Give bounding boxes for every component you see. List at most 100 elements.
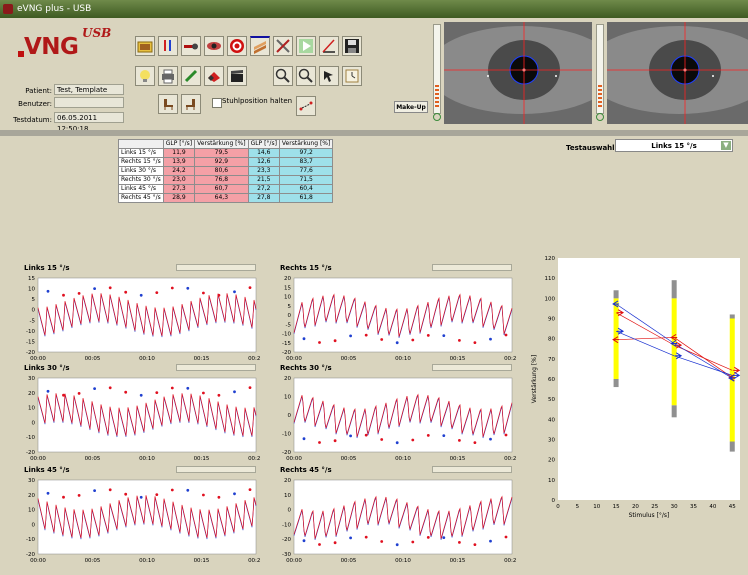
pen-icon	[184, 69, 198, 83]
table-row: Links 30 °/s 24,2 80,6 23,3 77,6	[118, 166, 334, 176]
velocity-dot	[46, 289, 50, 293]
velocity-dot	[155, 391, 159, 394]
chevron-down-icon[interactable]: ▼	[721, 141, 731, 150]
play-icon	[299, 39, 313, 53]
slow-phase-plot: Links 30 °/s 30 20 10 0 -10 -20 00:00 00:05 00:10…	[4, 364, 260, 468]
y-tick-label: 20	[28, 493, 35, 499]
left-camera-toggle[interactable]	[433, 113, 441, 121]
slow-phase-plot: Rechts 15 °/s 20 15 10 5 0 -5 -10 -15 -20 00:00 00:…	[260, 264, 516, 368]
table-header: GLP [°/s]	[162, 139, 196, 149]
stripes-button[interactable]	[250, 36, 270, 56]
y-tick-label: 0	[288, 508, 292, 514]
table-header	[118, 139, 164, 149]
app-icon	[3, 4, 13, 14]
testauswahl-select[interactable]: Links 15 °/s ▼	[615, 139, 733, 152]
plot-scrollbar[interactable]	[432, 264, 512, 271]
makeup-button[interactable]: Make-Up	[394, 101, 428, 113]
table-row: Links 45 °/s 27,3 60,7 27,2 60,4	[118, 184, 334, 194]
zoom-out-button[interactable]	[296, 66, 316, 86]
x-tick-label: 00:00	[30, 456, 46, 462]
testdatum-field[interactable]: 06.05.2011 12:50:18	[54, 112, 124, 133]
gain-y-tick: 50	[548, 397, 555, 403]
x-tick-label: 00:05	[341, 558, 357, 564]
table-row-label: Links 30 °/s	[118, 166, 164, 176]
table-cell: 60,7	[194, 184, 249, 194]
save-button[interactable]	[342, 36, 362, 56]
table-cell: 97,2	[278, 148, 334, 158]
table-cell: 14,6	[247, 148, 280, 158]
folder-button[interactable]	[135, 36, 155, 56]
right-camera-slider[interactable]	[596, 24, 604, 114]
plot-scrollbar[interactable]	[176, 364, 256, 371]
table-row: Rechts 30 °/s 23,0 76,8 21,5 71,5	[118, 175, 334, 185]
velocity-dot	[302, 539, 306, 543]
benutzer-label: Benutzer:	[18, 100, 52, 108]
velocity-dot	[155, 493, 159, 496]
gain-x-tick: 25	[651, 504, 658, 510]
velocity-dot	[170, 386, 174, 390]
velocity-dot	[217, 495, 221, 499]
table-cell: 27,3	[162, 184, 196, 194]
cursor-icon	[324, 71, 333, 82]
left-camera-slider[interactable]	[433, 24, 441, 114]
angle-button[interactable]	[319, 36, 339, 56]
target-button[interactable]	[227, 36, 247, 56]
y-tick-label: -5	[286, 322, 292, 328]
gain-y-tick: 10	[548, 478, 555, 484]
velocity-dot	[217, 293, 221, 297]
plot-svg: 3020100-10-2000:0000:0500:1000:1500:20	[26, 478, 260, 564]
patient-field[interactable]: Test, Template (27)	[54, 84, 124, 105]
printer-button[interactable]	[158, 66, 178, 86]
clapper-button[interactable]	[227, 66, 247, 86]
velocity-dot	[124, 492, 128, 496]
gain-xlabel: Stimulus [°/s]	[629, 512, 670, 519]
plot-svg: 20100-10-20-3000:0000:0500:1000:1500:20	[282, 478, 516, 564]
zoom-in-button[interactable]	[273, 66, 293, 86]
tools-button[interactable]	[273, 36, 293, 56]
time-button[interactable]	[342, 66, 362, 86]
calibrate-button[interactable]	[296, 96, 316, 116]
plot-scrollbar[interactable]	[432, 364, 512, 371]
normal-range-bar	[729, 441, 735, 452]
table-cell: 64,3	[194, 193, 249, 203]
velocity-dot	[186, 488, 190, 492]
y-tick-label: 10	[284, 493, 291, 499]
velocity-dot	[62, 293, 65, 297]
y-tick-label: 0	[288, 313, 292, 319]
x-tick-label: 00:05	[85, 356, 101, 362]
clapper-icon	[231, 70, 243, 82]
chair-left-button[interactable]	[158, 94, 178, 114]
x-tick-label: 00:05	[85, 456, 101, 462]
chair-right-button[interactable]	[181, 94, 201, 114]
window-title: eVNG plus - USB	[17, 4, 92, 14]
stuhlposition-label: Stuhlposition halten	[222, 97, 293, 105]
plot-scrollbar[interactable]	[432, 466, 512, 473]
normal-range-bar	[671, 280, 677, 299]
plot-area	[293, 479, 513, 555]
table-cell: 77,6	[278, 166, 334, 176]
table-row: Rechts 15 °/s 13,9 92,9 12,6 83,7	[118, 157, 334, 167]
play-button[interactable]	[296, 36, 316, 56]
velocity-dot	[411, 338, 415, 342]
x-tick-label: 00:10	[395, 456, 411, 462]
table-header: GLP [°/s]	[247, 139, 280, 149]
calibrate-icon	[299, 101, 313, 111]
table-cell: 60,4	[278, 184, 334, 194]
patient-label: Patient:	[25, 87, 52, 95]
lamp-button[interactable]	[135, 66, 155, 86]
velocity-dot	[62, 495, 65, 499]
pen-button[interactable]	[181, 66, 201, 86]
rubber-button[interactable]	[204, 66, 224, 86]
stuhlposition-checkbox[interactable]	[212, 98, 222, 108]
right-camera-toggle[interactable]	[596, 113, 604, 121]
plot-scrollbar[interactable]	[176, 466, 256, 473]
eye-button[interactable]	[204, 36, 224, 56]
velocity-dot	[426, 334, 430, 337]
plot-svg: 20100-10-2000:0000:0500:1000:1500:20	[282, 376, 516, 462]
cursor-button[interactable]	[319, 66, 339, 86]
benutzer-field[interactable]	[54, 97, 124, 108]
caloric-button[interactable]	[181, 36, 201, 56]
thermometer-button[interactable]	[158, 36, 178, 56]
plot-scrollbar[interactable]	[176, 264, 256, 271]
plot-svg: 151050-5-10-15-2000:00 00:05 00:10 00:15 00:…	[26, 276, 260, 362]
